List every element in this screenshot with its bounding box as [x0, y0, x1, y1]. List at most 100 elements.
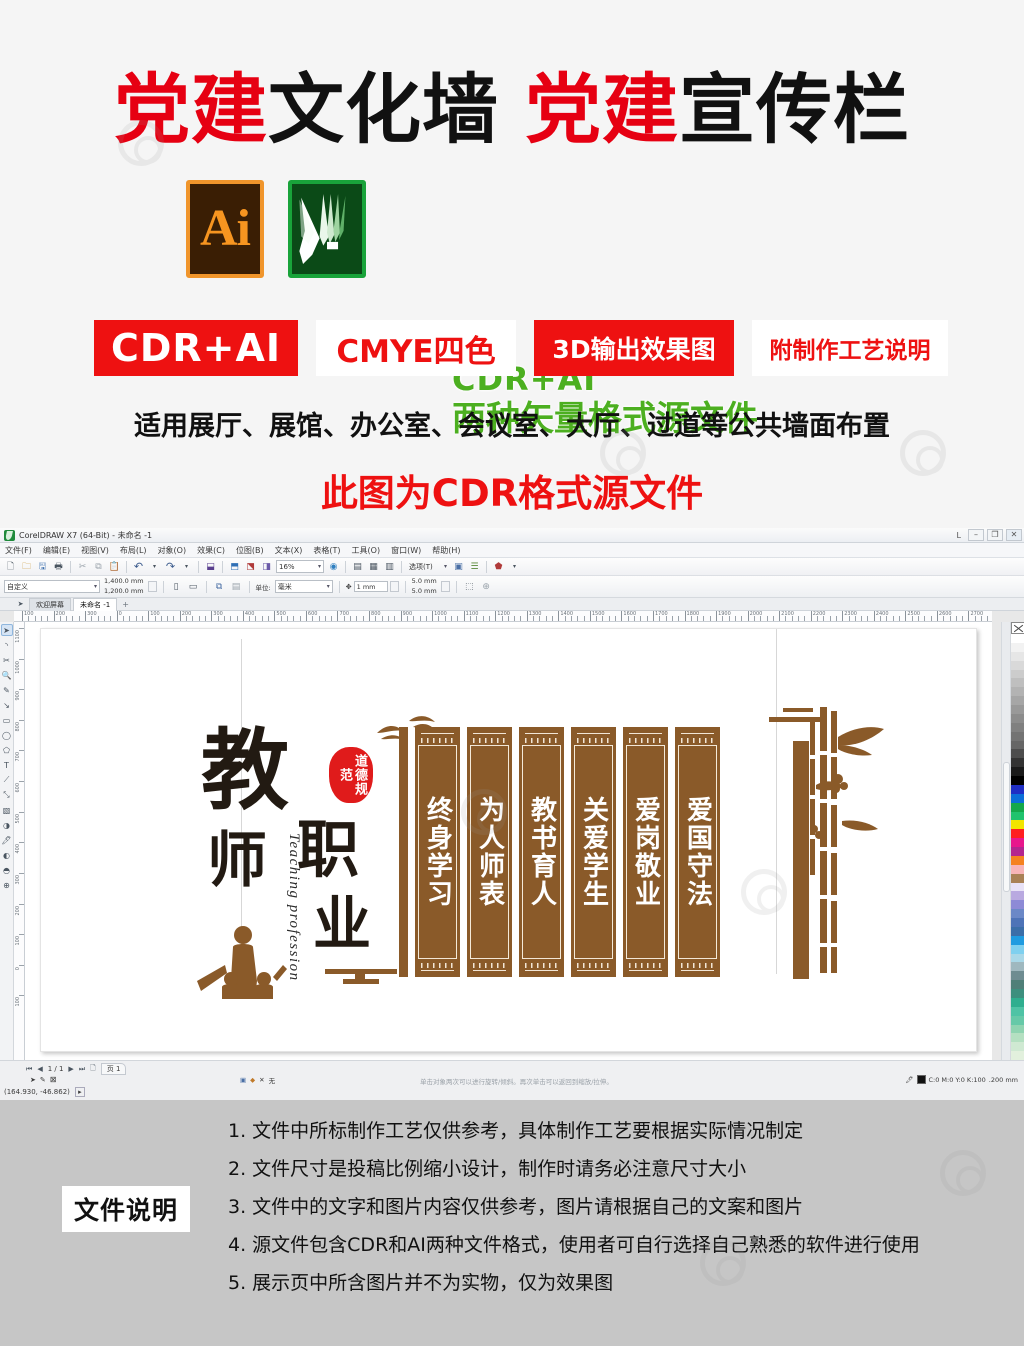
color-swatch[interactable] — [1011, 678, 1024, 688]
color-swatch[interactable] — [1011, 731, 1024, 741]
docker-handle[interactable] — [1003, 762, 1010, 892]
color-swatch[interactable] — [1011, 642, 1024, 652]
treat-as-filled-icon[interactable]: ⬚ — [463, 580, 476, 593]
horizontal-ruler[interactable]: 100 200 300 0 100 200 300 400 500 600 700 800 900 100… — [14, 611, 992, 622]
dimension-spinner[interactable] — [147, 581, 157, 592]
fill-icon[interactable]: ◆ — [250, 1076, 255, 1084]
menu-layout[interactable]: 布局(L) — [120, 545, 147, 556]
artistic-media-icon[interactable]: ↘ — [1, 699, 13, 711]
drop-shadow-icon[interactable]: ▧ — [1, 804, 13, 816]
undo-icon[interactable]: ↶ — [132, 560, 145, 573]
color-swatch[interactable] — [1011, 980, 1024, 989]
undo-dropdown-icon[interactable]: ▾ — [148, 560, 161, 573]
color-swatch[interactable] — [1011, 864, 1024, 874]
menu-file[interactable]: 文件(F) — [5, 545, 32, 556]
menu-help[interactable]: 帮助(H) — [432, 545, 460, 556]
print-icon[interactable]: 🖶 — [52, 560, 65, 573]
tab-untitled-1[interactable]: 未命名 -1 — [73, 597, 118, 611]
freehand-tool-icon[interactable]: ✎ — [1, 684, 13, 696]
cut-icon[interactable]: ✂ — [76, 560, 89, 573]
color-swatch[interactable] — [1011, 784, 1024, 794]
color-swatch[interactable] — [1011, 962, 1024, 972]
show-guidelines-icon[interactable]: ▥ — [383, 560, 396, 573]
color-swatch[interactable] — [1011, 687, 1024, 697]
expand-statusbar-icon[interactable]: ▸ — [75, 1087, 85, 1097]
color-swatch[interactable] — [1011, 838, 1024, 847]
menu-bitmaps[interactable]: 位图(B) — [236, 545, 264, 556]
nudge-value[interactable]: 1 mm — [353, 581, 388, 592]
portrait-orientation-icon[interactable]: ▯ — [170, 580, 183, 593]
color-swatch[interactable] — [1011, 882, 1024, 892]
maximize-button[interactable]: ❐ — [987, 529, 1003, 541]
no-color-swatch[interactable] — [1011, 622, 1024, 634]
color-swatch[interactable] — [1011, 749, 1024, 759]
polygon-tool-icon[interactable]: ⬠ — [1, 744, 13, 756]
color-swatch[interactable] — [1011, 997, 1024, 1007]
current-page-icon[interactable]: ▤ — [230, 580, 243, 593]
page-next-icon[interactable]: ▶ — [68, 1065, 73, 1073]
page-first-icon[interactable]: ⏮ — [26, 1065, 32, 1074]
color-swatch[interactable] — [1011, 989, 1024, 998]
parallel-dimension-icon[interactable]: ⟋ — [1, 774, 13, 786]
page-prev-icon[interactable]: ◀ — [37, 1065, 42, 1073]
straight-line-connector-icon[interactable]: ⤡ — [1, 789, 13, 801]
menu-effects[interactable]: 效果(C) — [197, 545, 225, 556]
text-tool-icon[interactable]: T — [1, 759, 13, 771]
outline-none-icon[interactable]: ✕ — [259, 1076, 264, 1084]
color-swatch[interactable] — [1011, 660, 1024, 670]
color-swatch[interactable] — [1011, 1015, 1024, 1025]
color-swatch[interactable] — [1011, 873, 1024, 883]
menu-tools[interactable]: 工具(O) — [352, 545, 381, 556]
fullscreen-preview-icon[interactable]: ◉ — [327, 560, 340, 573]
transparency-icon[interactable]: ◑ — [1, 819, 13, 831]
smart-fill-icon[interactable]: ◓ — [1, 864, 13, 876]
menu-window[interactable]: 窗口(W) — [391, 545, 421, 556]
object-manager-icon[interactable]: ☰ — [468, 560, 481, 573]
all-pages-icon[interactable]: ⧉ — [213, 580, 226, 593]
page-sheet[interactable]: 教 道德规范 师 职 业 Teaching profession 终身学习 为人… — [40, 628, 977, 1052]
page-last-icon[interactable]: ⏭ — [79, 1065, 85, 1074]
color-swatch[interactable] — [1011, 909, 1024, 918]
drawing-canvas[interactable]: 教 道德规范 师 职 业 Teaching profession 终身学习 为人… — [25, 622, 992, 1060]
export-icon[interactable]: ⬒ — [228, 560, 241, 573]
open-icon[interactable]: 🗀 — [20, 560, 33, 573]
color-eyedropper-icon[interactable]: 🖊 — [1, 834, 13, 846]
show-rulers-icon[interactable]: ▤ — [351, 560, 364, 573]
docker-strip[interactable] — [1001, 622, 1010, 1060]
color-swatch[interactable] — [1011, 820, 1024, 830]
vertical-ruler[interactable]: 1100 1000 900 800 700 600 500 400 300 200 100 0 100 — [14, 622, 25, 1060]
color-swatch[interactable] — [1011, 918, 1024, 927]
color-swatch[interactable] — [1011, 1006, 1024, 1016]
color-swatch[interactable] — [1011, 802, 1024, 812]
menu-table[interactable]: 表格(T) — [313, 545, 340, 556]
color-swatch[interactable] — [1011, 634, 1024, 643]
color-swatch[interactable] — [1011, 829, 1024, 839]
color-swatch[interactable] — [1011, 935, 1024, 945]
redo-dropdown-icon[interactable]: ▾ — [180, 560, 193, 573]
crop-tool-icon[interactable]: ✂ — [1, 654, 13, 666]
redo-icon[interactable]: ↷ — [164, 560, 177, 573]
units-combo[interactable]: 毫米 ▾ — [274, 580, 333, 593]
add-tab-icon[interactable]: + — [119, 600, 129, 609]
snap-to-icon[interactable]: ▣ — [452, 560, 465, 573]
fill-color-swatch[interactable] — [916, 1075, 926, 1084]
pen-icon[interactable]: ✎ — [40, 1076, 46, 1084]
copy-icon[interactable]: ⧉ — [92, 560, 105, 573]
color-swatch[interactable] — [1011, 855, 1024, 865]
color-swatch[interactable] — [1011, 767, 1024, 776]
ellipse-tool-icon[interactable]: ◯ — [1, 729, 13, 741]
chevron-down-icon[interactable]: ▾ — [508, 560, 521, 573]
color-swatch[interactable] — [1011, 926, 1024, 936]
menu-object[interactable]: 对象(O) — [158, 545, 187, 556]
color-swatch[interactable] — [1011, 971, 1024, 981]
menu-view[interactable]: 视图(V) — [81, 545, 109, 556]
color-swatch[interactable] — [1011, 669, 1024, 679]
close-button[interactable]: ✕ — [1006, 529, 1022, 541]
color-swatch[interactable] — [1011, 713, 1024, 723]
save-icon[interactable]: 🖫 — [36, 560, 49, 573]
color-swatch[interactable] — [1011, 811, 1024, 821]
export-html-icon[interactable]: ◨ — [260, 560, 273, 573]
color-swatch[interactable] — [1011, 944, 1024, 954]
duplicate-y-value[interactable]: 5.0 mm — [412, 587, 437, 596]
color-swatch[interactable] — [1011, 705, 1024, 714]
